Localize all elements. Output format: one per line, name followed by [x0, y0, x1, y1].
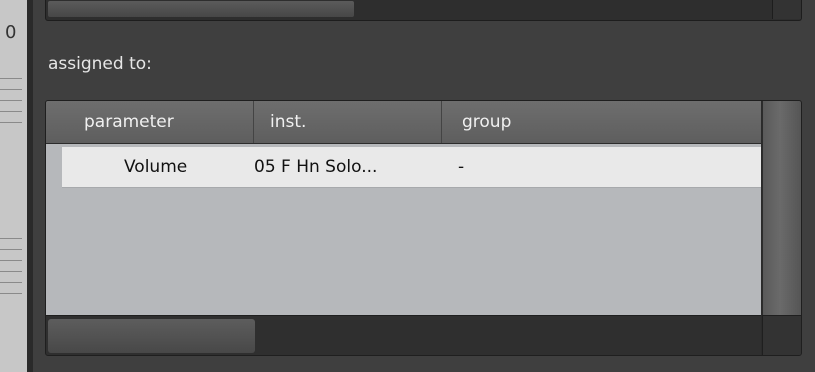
- column-header-group[interactable]: group: [442, 101, 761, 143]
- horizontal-scrollbar-thumb[interactable]: [48, 319, 255, 353]
- scrollbar-corner: [762, 315, 801, 355]
- left-ruler: 0: [0, 0, 27, 372]
- column-header-label: group: [462, 112, 512, 132]
- column-header-inst[interactable]: inst.: [254, 101, 442, 143]
- assigned-to-label: assigned to:: [48, 54, 152, 74]
- ruler-tick: [0, 89, 22, 90]
- top-horizontal-scrollbar[interactable]: [45, 0, 802, 21]
- table-header: parameter inst. group: [46, 101, 761, 144]
- column-header-parameter[interactable]: parameter: [46, 101, 254, 143]
- top-scrollbar-corner: [772, 0, 801, 19]
- table-body[interactable]: Volume 05 F Hn Solo... -: [46, 144, 761, 315]
- ruler-tick: [0, 111, 22, 112]
- vertical-scrollbar[interactable]: [762, 101, 801, 315]
- ruler-tick: [0, 249, 22, 250]
- ruler-tick: [0, 100, 22, 101]
- ruler-glyph: 0: [5, 22, 17, 43]
- assignment-panel: assigned to: parameter inst. group Volum…: [33, 0, 815, 372]
- ruler-tick: [0, 122, 22, 123]
- ruler-tick: [0, 271, 22, 272]
- top-scrollbar-thumb[interactable]: [48, 1, 354, 17]
- assignment-table: parameter inst. group Volume 05 F Hn Sol…: [45, 100, 802, 356]
- ruler-tick: [0, 293, 22, 294]
- ruler-tick: [0, 282, 22, 283]
- horizontal-scrollbar[interactable]: [46, 315, 761, 355]
- cell-parameter: Volume: [124, 157, 188, 177]
- ruler-tick: [0, 78, 22, 79]
- cell-group: -: [458, 157, 465, 177]
- ruler-tick: [0, 238, 22, 239]
- column-header-label: parameter: [84, 112, 174, 132]
- cell-inst: 05 F Hn Solo...: [254, 157, 378, 177]
- table-row[interactable]: Volume 05 F Hn Solo... -: [62, 147, 761, 188]
- ruler-tick: [0, 260, 22, 261]
- column-header-label: inst.: [270, 112, 307, 132]
